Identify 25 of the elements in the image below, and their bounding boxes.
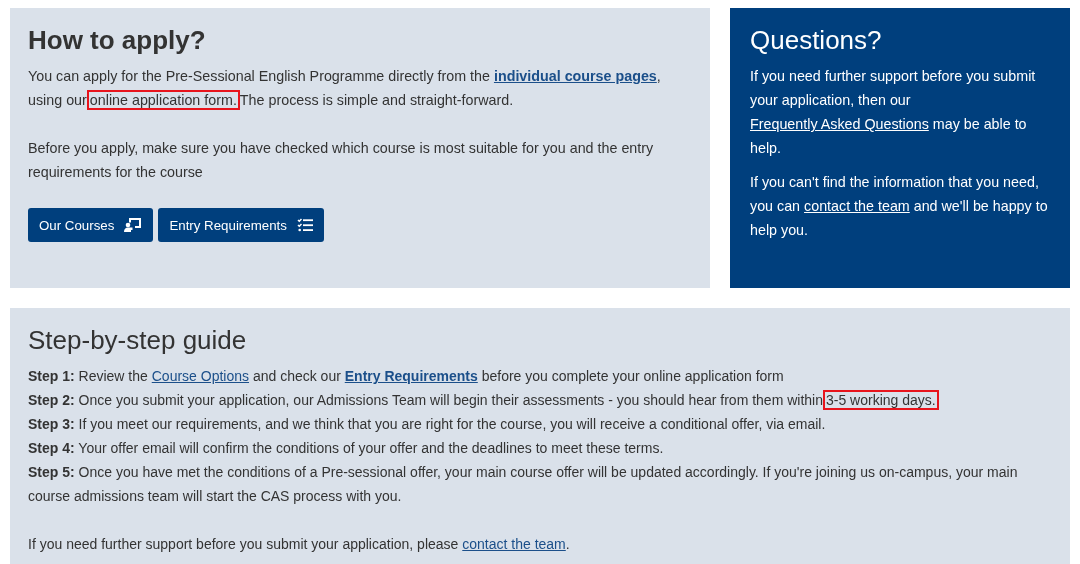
link[interactable]: contact the team xyxy=(804,198,910,214)
paragraph: If you need further support before you submit your application, then our Frequently Asked Questions may be able to help. xyxy=(750,67,1037,158)
link[interactable]: Course Options xyxy=(151,368,249,384)
link[interactable]: individual course pages xyxy=(493,68,657,84)
paragraph: If you can't find the information that you need, you can contact the team and we'll be happy to help you. xyxy=(750,173,1049,240)
step-text: Step 1: Review the Course Options and check our Entry Requirements before you complete your online application form xyxy=(28,367,785,386)
paragraph: If you need further support before you submit your application, please contact the team. xyxy=(28,535,571,554)
link[interactable]: Entry Requirements xyxy=(344,368,478,384)
step-text: Step 4: Your offer email will confirm the conditions of your offer and the deadlines to meet these terms. xyxy=(28,439,665,458)
link[interactable]: contact the team xyxy=(462,536,566,552)
checklist-icon xyxy=(296,218,313,232)
section-heading: Questions? xyxy=(750,24,883,56)
link-button[interactable]: Entry Requirements xyxy=(158,208,324,242)
section-heading: Step-by-step guide xyxy=(28,324,248,356)
step-text: Step 3: If you meet our requirements, and we think that you are right for the course, you will receive a conditional offer, via email. xyxy=(28,415,827,434)
highlight-box: 3-5 working days. xyxy=(825,392,937,408)
presenter-icon xyxy=(124,217,143,233)
step-text: Step 2: Once you submit your application, our Admissions Team will begin their assessments - you should hear from them within 3-5 working days. xyxy=(28,388,1052,412)
step-text: Step 5: Once you have met the conditions of a Pre-sessional offer, your main course offer will be updated accordingly. If you're joining us on-campus, your main course admissions team will start the CAS process with you. xyxy=(28,463,1019,506)
section-heading: How to apply? xyxy=(28,24,207,56)
link-button[interactable]: Our Courses xyxy=(28,208,154,242)
highlight-box: online application form. xyxy=(88,92,238,108)
link[interactable]: Frequently Asked Questions xyxy=(750,116,929,132)
paragraph: You can apply for the Pre-Sessional English Programme directly from the individual course pages, using our online application form. The process is simple and straight-forward. xyxy=(28,67,662,110)
paragraph: Before you apply, make sure you have checked which course is most suitable for you and the entry requirements for the course xyxy=(28,139,655,182)
